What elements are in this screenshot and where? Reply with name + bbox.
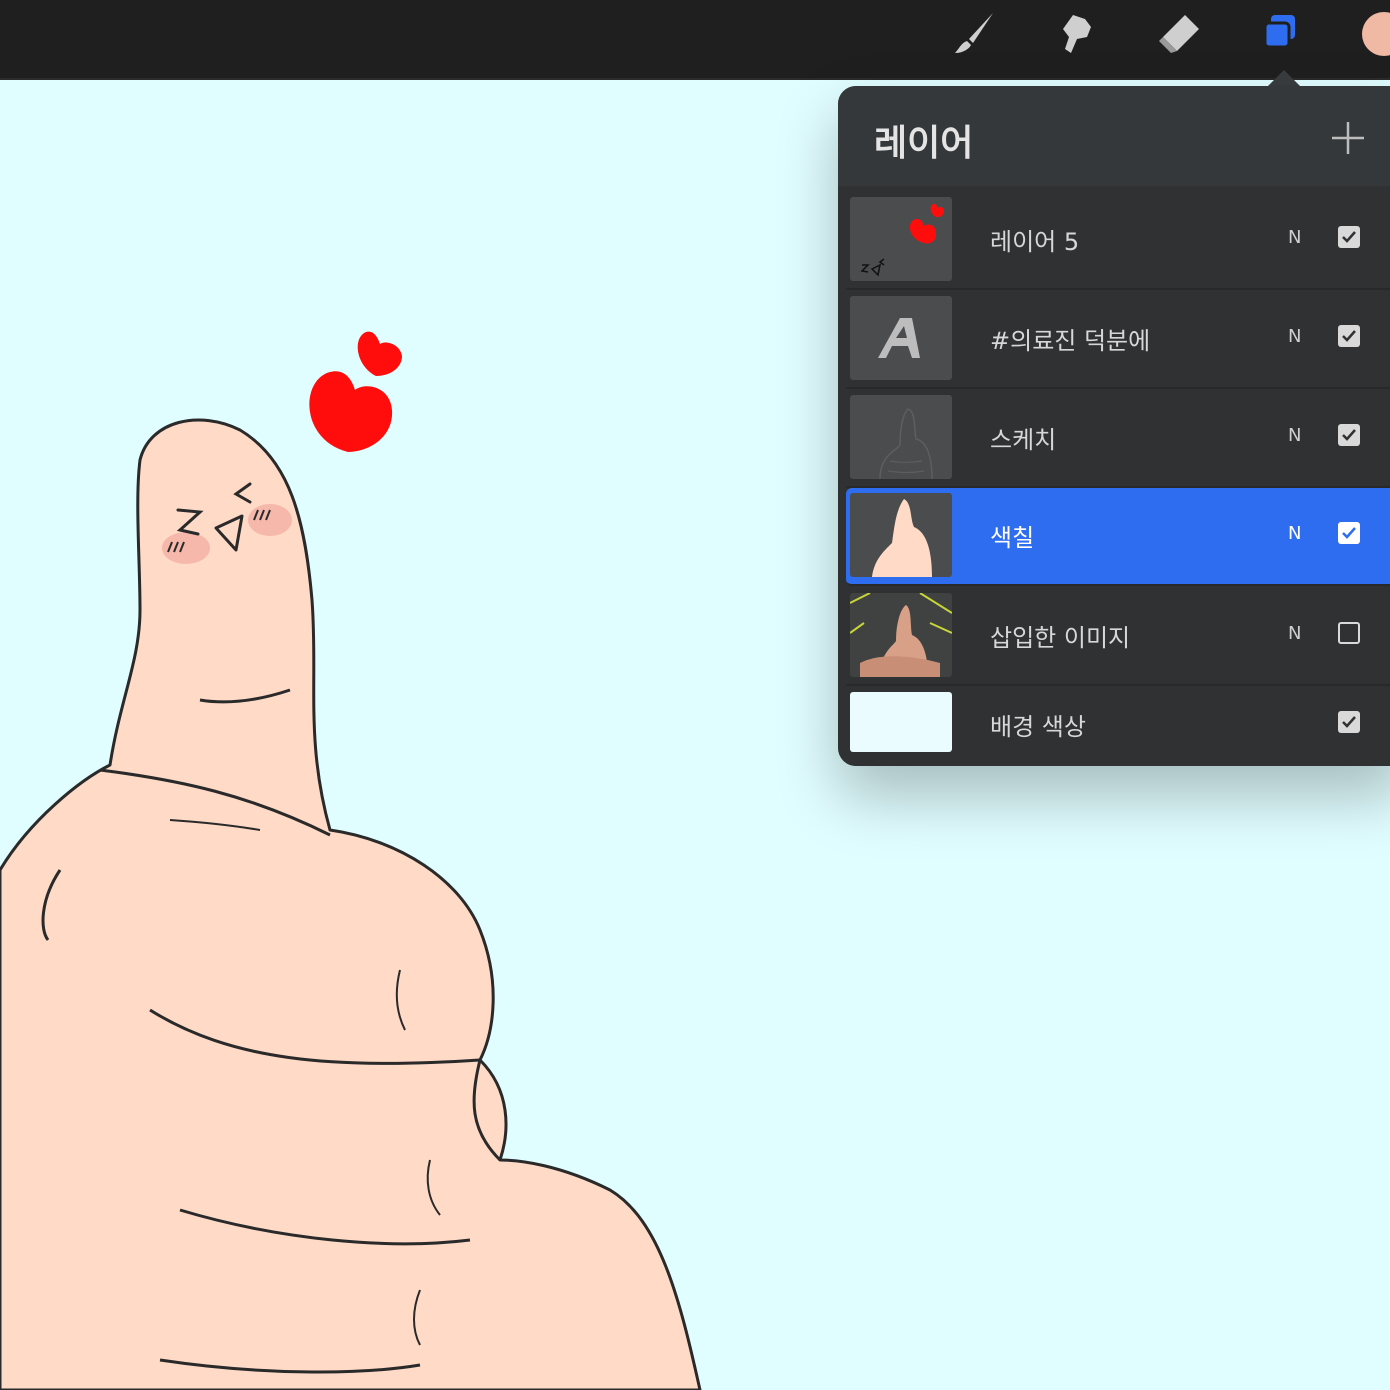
eraser-tool-button[interactable]	[1148, 4, 1208, 64]
add-layer-button[interactable]	[1328, 118, 1368, 158]
layer-name: 삽입한 이미지	[990, 624, 1131, 652]
layers-panel: 레이어 레이어 5 N #의료진 덕분에 N 스케치 N 색칠 N 삽입한 이미…	[838, 86, 1390, 766]
visibility-checkbox[interactable]	[1338, 622, 1360, 644]
layer-name: #의료진 덕분에	[990, 327, 1151, 355]
heart-small	[357, 331, 402, 376]
blend-mode-button[interactable]: N	[1288, 326, 1301, 347]
layers-panel-title: 레이어	[874, 123, 974, 164]
layer-name: 색칠	[990, 524, 1035, 552]
layer-name: 배경 색상	[990, 713, 1086, 741]
top-toolbar	[0, 0, 1390, 80]
color-picker-swatch[interactable]	[1362, 12, 1390, 56]
layer-row-background-color[interactable]: 배경 색상	[846, 687, 1390, 766]
check-icon	[1342, 716, 1356, 728]
layer-row-sketch[interactable]: 스케치 N	[846, 390, 1390, 488]
blend-mode-button[interactable]: N	[1288, 523, 1301, 544]
check-icon	[1342, 429, 1356, 441]
smudge-tool-button[interactable]	[1046, 4, 1106, 64]
layer-thumbnail-sketch	[850, 395, 952, 479]
layer-name: 레이어 5	[990, 228, 1080, 256]
plus-icon	[1332, 122, 1364, 154]
layer-thumbnail-layer5	[850, 197, 952, 281]
layer-row-inserted-image[interactable]: 삽입한 이미지 N	[846, 588, 1390, 686]
visibility-checkbox[interactable]	[1338, 325, 1360, 347]
heart-large	[309, 371, 393, 452]
layer-row-coloring[interactable]: 색칠 N	[846, 488, 1390, 586]
layer-name: 스케치	[990, 426, 1057, 454]
layer-row-layer5[interactable]: 레이어 5 N	[846, 192, 1390, 290]
blend-mode-button[interactable]: N	[1288, 227, 1301, 248]
check-icon	[1342, 527, 1356, 539]
check-icon	[1342, 330, 1356, 342]
layer-row-text[interactable]: #의료진 덕분에 N	[846, 291, 1390, 389]
visibility-checkbox[interactable]	[1338, 522, 1360, 544]
smudge-icon	[1063, 15, 1091, 53]
visibility-checkbox[interactable]	[1338, 711, 1360, 733]
brush-icon	[955, 13, 993, 53]
blend-mode-button[interactable]: N	[1288, 425, 1301, 446]
layer-thumbnail-text	[850, 296, 952, 380]
eraser-icon	[1159, 15, 1199, 53]
visibility-checkbox[interactable]	[1338, 226, 1360, 248]
check-icon	[1342, 231, 1356, 243]
visibility-checkbox[interactable]	[1338, 424, 1360, 446]
layer-thumbnail-inserted-image	[850, 593, 952, 677]
layers-icon	[1263, 15, 1295, 49]
blend-mode-button[interactable]: N	[1288, 623, 1301, 644]
layer-thumbnail-coloring	[850, 493, 952, 577]
brush-tool-button[interactable]	[944, 4, 1004, 64]
layers-panel-header: 레이어	[838, 86, 1390, 186]
layers-tool-button[interactable]	[1250, 4, 1310, 64]
layer-thumbnail-background-color	[850, 692, 952, 752]
